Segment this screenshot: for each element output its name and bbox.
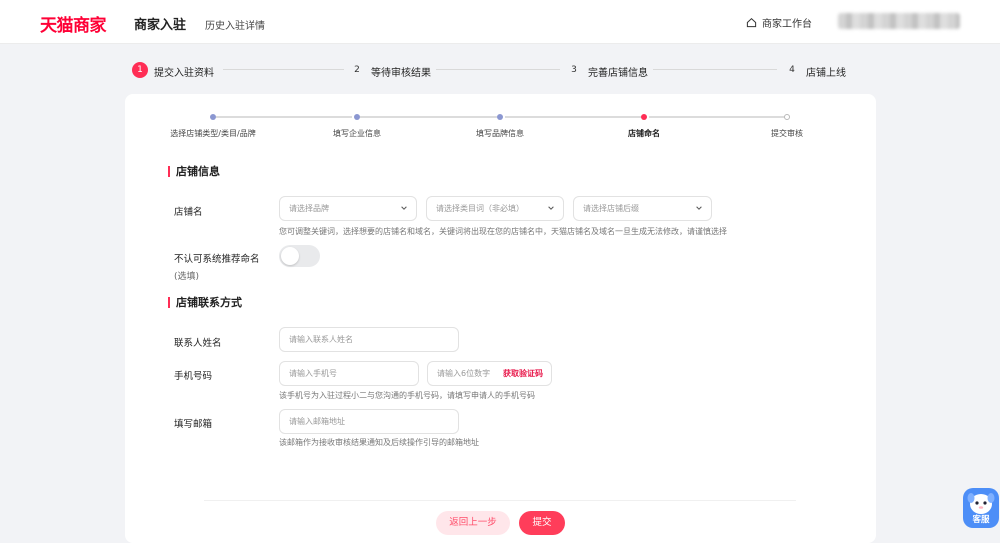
- store-suffix-select[interactable]: 请选择店铺后缀: [573, 196, 712, 221]
- main-step-1-label: 提交入驻资料: [154, 68, 214, 79]
- sub-step-connector: [649, 116, 784, 118]
- sub-step-dot: [497, 114, 503, 120]
- sub-step-connector: [505, 116, 641, 118]
- email-label: 填写邮箱: [174, 419, 213, 430]
- main-step-3-label: 完善店铺信息: [588, 68, 648, 79]
- brand-select-placeholder: 请选择品牌: [289, 204, 329, 213]
- sub-step-label-current: 店铺命名: [628, 129, 660, 138]
- phone-label: 手机号码: [174, 371, 213, 382]
- sub-step-label: 提交审核: [771, 129, 803, 138]
- phone-placeholder: 请输入手机号: [289, 369, 337, 378]
- reject-label-text: 不认可系统推荐命名: [174, 254, 260, 265]
- reject-recommended-name-toggle[interactable]: [279, 245, 320, 267]
- main-step-3-number: 3: [571, 65, 577, 75]
- workbench-label: 商家工作台: [762, 19, 812, 30]
- main-step-4-number: 4: [789, 65, 795, 75]
- sub-step-dot: [354, 114, 360, 120]
- back-button[interactable]: 返回上一步: [436, 511, 510, 535]
- suffix-select-placeholder: 请选择店铺后缀: [583, 204, 639, 213]
- submit-button[interactable]: 提交: [519, 511, 565, 535]
- customer-service-widget[interactable]: 客服: [963, 488, 999, 528]
- page-title: 商家入驻: [134, 18, 187, 33]
- main-step-2-label: 等待审核结果: [371, 68, 431, 79]
- chevron-down-icon: [401, 206, 407, 210]
- chevron-down-icon: [696, 206, 702, 210]
- main-step-connector: [653, 69, 777, 70]
- sub-step-connector: [360, 116, 497, 118]
- main-step-4-label: 店铺上线: [806, 68, 846, 79]
- contact-section-title: 店铺联系方式: [168, 297, 242, 308]
- top-bar: 天猫商家 商家入驻 历史入驻详情 商家工作台: [0, 0, 1000, 44]
- store-name-help-text: 您可调整关键词，选择想要的店铺名和域名，关键词将出现在您的店铺名中，天猫店铺名及…: [279, 227, 727, 236]
- phone-help-text: 该手机号为入驻过程小二与您沟通的手机号码，请填写申请人的手机号码: [279, 391, 535, 400]
- category-select-placeholder: 请选择类目词（非必填）: [436, 204, 524, 213]
- reject-recommended-name-label: 不认可系统推荐命名 (选填): [174, 251, 260, 282]
- main-step-2-number: 2: [354, 65, 360, 75]
- sub-step-dot-current: [641, 114, 647, 120]
- main-step-1-number: 1: [132, 62, 148, 78]
- main-step-connector: [223, 69, 344, 70]
- store-name-label: 店铺名: [174, 207, 203, 218]
- toggle-knob: [281, 247, 299, 265]
- sub-step-label: 填写企业信息: [333, 129, 381, 138]
- sub-step-label: 选择店铺类型/类目/品牌: [170, 129, 256, 138]
- main-step-connector: [436, 69, 560, 70]
- optional-hint: (选填): [174, 272, 200, 282]
- sub-step-dot: [784, 114, 790, 120]
- tmall-merchant-logo[interactable]: 天猫商家: [40, 11, 107, 36]
- history-application-link[interactable]: 历史入驻详情: [205, 17, 265, 32]
- sub-step-label: 填写品牌信息: [476, 129, 524, 138]
- email-placeholder: 请输入邮箱地址: [289, 417, 345, 426]
- category-keyword-select[interactable]: 请选择类目词（非必填）: [426, 196, 564, 221]
- user-account-blurred[interactable]: [838, 13, 960, 29]
- form-card: [125, 94, 876, 543]
- sub-step-dot: [210, 114, 216, 120]
- footer-divider: [204, 500, 796, 501]
- contact-name-placeholder: 请输入联系人姓名: [289, 335, 353, 344]
- email-help-text: 该邮箱作为接收审核结果通知及后续操作引导的邮箱地址: [279, 438, 479, 447]
- contact-name-label: 联系人姓名: [174, 338, 222, 349]
- chevron-down-icon: [548, 206, 554, 210]
- contact-name-input[interactable]: 请输入联系人姓名: [279, 327, 459, 352]
- store-info-section-title: 店铺信息: [168, 166, 220, 177]
- home-icon: [746, 17, 757, 28]
- sub-step-connector: [216, 116, 352, 118]
- verification-code-input[interactable]: 请输入6位数字 获取验证码: [427, 361, 552, 386]
- merchant-workbench-link[interactable]: 商家工作台: [746, 15, 812, 30]
- code-placeholder: 请输入6位数字: [437, 369, 491, 378]
- brand-select[interactable]: 请选择品牌: [279, 196, 417, 221]
- get-verification-code-button[interactable]: 获取验证码: [503, 362, 543, 385]
- email-input[interactable]: 请输入邮箱地址: [279, 409, 459, 434]
- phone-input[interactable]: 请输入手机号: [279, 361, 419, 386]
- customer-service-label: 客服: [972, 515, 990, 525]
